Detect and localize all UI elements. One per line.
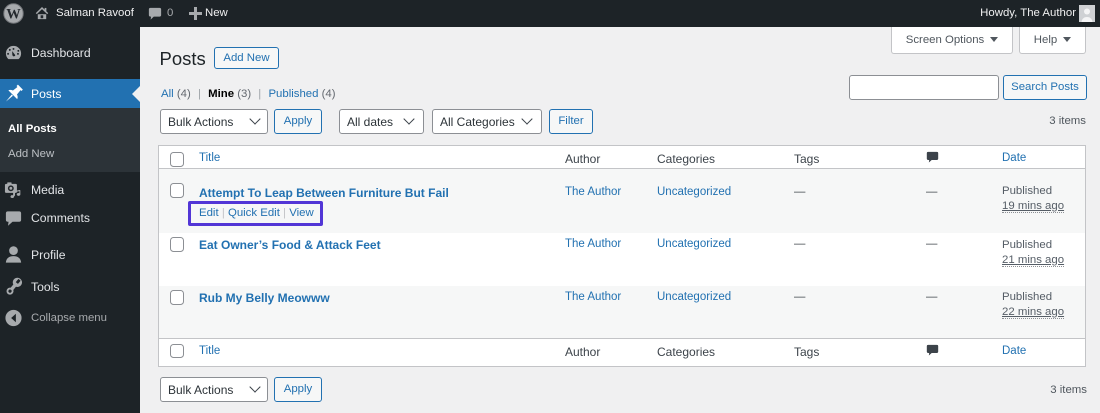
- svg-text:W: W: [6, 6, 21, 22]
